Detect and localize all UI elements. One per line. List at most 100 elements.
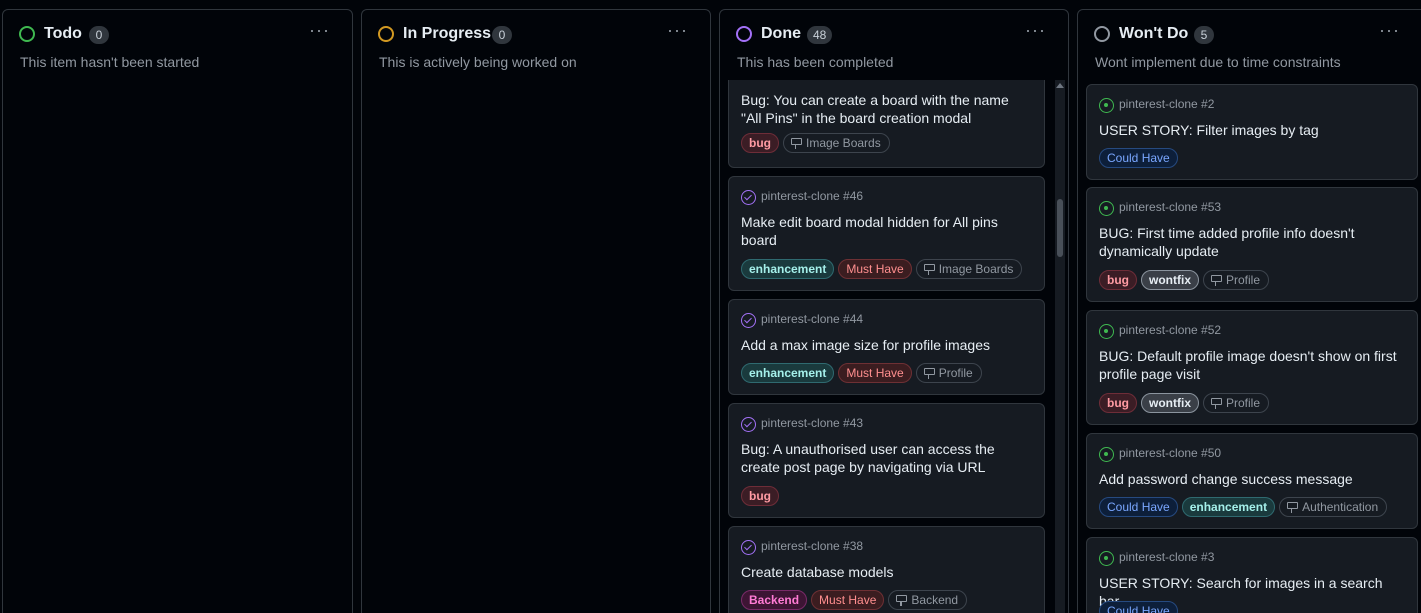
closed-issue-icon	[741, 417, 756, 432]
status-circle-icon	[378, 26, 394, 42]
card-title[interactable]: BUG: Default profile image doesn't show …	[1099, 347, 1405, 383]
card-labels: Could Have	[1099, 148, 1409, 168]
issue-card[interactable]: pinterest-clone #50 Add password change …	[1086, 433, 1418, 529]
card-title[interactable]: Bug: You can create a board with the nam…	[741, 91, 1032, 127]
issue-card[interactable]: pinterest-clone #2 USER STORY: Filter im…	[1086, 84, 1418, 180]
issue-card[interactable]: pinterest-clone #44 Add a max image size…	[728, 299, 1045, 395]
issue-reference[interactable]: pinterest-clone #38	[761, 539, 863, 553]
column-in-progress: In Progress 0 This is actively being wor…	[361, 9, 711, 613]
column-description: This has been completed	[737, 54, 894, 70]
label-bug: bug	[741, 133, 779, 153]
label-could-have: Could Have	[1099, 148, 1178, 168]
column-title: Done	[761, 25, 801, 42]
field-text: Backend	[911, 593, 959, 607]
issue-reference[interactable]: pinterest-clone #44	[761, 312, 863, 326]
scrollbar-thumb[interactable]	[1057, 199, 1063, 257]
project-board: Todo 0 This item hasn't been started ···…	[0, 0, 1421, 613]
field-text: Profile	[938, 366, 973, 380]
issue-card[interactable]: pinterest-clone #53 BUG: First time adde…	[1086, 187, 1418, 302]
card-labels: bug Image Boards	[741, 133, 1036, 153]
card-labels: bug	[741, 486, 1036, 506]
card-labels: Could Have	[1099, 601, 1409, 613]
issue-reference[interactable]: pinterest-clone #53	[1119, 200, 1221, 214]
column-title: In Progress	[403, 25, 492, 42]
card-title[interactable]: Add a max image size for profile images	[741, 336, 1032, 354]
card-title[interactable]: Make edit board modal hidden for All pin…	[741, 213, 1032, 249]
field-value: Profile	[1203, 393, 1270, 413]
signpost-icon	[923, 367, 935, 379]
column-title: Won't Do	[1119, 25, 1189, 42]
column-header: In Progress 0 This is actively being wor…	[362, 10, 710, 80]
open-issue-icon	[1099, 447, 1114, 462]
signpost-icon	[1286, 501, 1299, 513]
closed-issue-icon	[741, 540, 756, 555]
item-count: 0	[89, 26, 109, 44]
field-value: Image Boards	[915, 259, 1023, 279]
issue-reference[interactable]: pinterest-clone #3	[1119, 550, 1214, 564]
open-issue-icon	[1099, 324, 1114, 339]
issue-reference[interactable]: pinterest-clone #2	[1119, 97, 1214, 111]
field-value: Authentication	[1279, 497, 1388, 517]
item-count: 48	[807, 26, 833, 44]
card-labels: enhancement Must Have Image Boards	[741, 259, 1036, 279]
card-labels: Could Have enhancement Authentication	[1099, 497, 1409, 517]
column-title: Todo	[44, 25, 82, 42]
issue-card[interactable]: pinterest-clone #46 Make edit board moda…	[728, 176, 1045, 291]
status-circle-icon	[19, 26, 35, 42]
issue-card[interactable]: pinterest-clone #52 BUG: Default profile…	[1086, 310, 1418, 425]
column-description: This is actively being worked on	[379, 54, 577, 70]
field-text: Image Boards	[938, 262, 1014, 276]
status-circle-icon	[1094, 26, 1110, 42]
card-title[interactable]: BUG: First time added profile info doesn…	[1099, 224, 1405, 260]
label-must-have: Must Have	[811, 590, 885, 610]
field-value: Backend	[888, 590, 968, 610]
label-backend: Backend	[741, 590, 808, 610]
issue-card[interactable]: pinterest-clone #38 Create database mode…	[728, 526, 1045, 613]
open-issue-icon	[1099, 98, 1114, 113]
cards-list[interactable]: pinterest-clone #2 USER STORY: Filter im…	[1078, 80, 1421, 613]
label-bug: bug	[1099, 270, 1137, 290]
column-description: This item hasn't been started	[20, 54, 200, 70]
column-header: Todo 0 This item hasn't been started ···	[3, 10, 352, 80]
label-wontfix: wontfix	[1141, 393, 1199, 413]
issue-card[interactable]: pinterest-clone #3 USER STORY: Search fo…	[1086, 537, 1418, 613]
card-title[interactable]: USER STORY: Filter images by tag	[1099, 121, 1405, 139]
scroll-up-arrow-icon[interactable]	[1056, 83, 1064, 88]
card-title[interactable]: Create database models	[741, 563, 1032, 581]
closed-issue-icon	[741, 313, 756, 328]
card-title[interactable]: Bug: A unauthorised user can access the …	[741, 440, 1032, 476]
label-must-have: Must Have	[838, 363, 912, 383]
label-bug: bug	[1099, 393, 1137, 413]
label-enhancement: enhancement	[741, 363, 835, 383]
item-count: 5	[1194, 26, 1214, 44]
issue-reference[interactable]: pinterest-clone #52	[1119, 323, 1221, 337]
label-could-have: Could Have	[1099, 601, 1178, 613]
issue-reference[interactable]: pinterest-clone #50	[1119, 446, 1221, 460]
more-options-icon[interactable]: ···	[1379, 21, 1400, 39]
card-labels: bug wontfix Profile	[1099, 393, 1409, 413]
issue-card[interactable]: pinterest-clone #43 Bug: A unauthorised …	[728, 403, 1045, 518]
more-options-icon[interactable]: ···	[667, 21, 688, 39]
column-header: Won't Do 5 Wont implement due to time co…	[1078, 10, 1421, 80]
field-text: Image Boards	[806, 136, 881, 150]
cards-list[interactable]: Bug: You can create a board with the nam…	[720, 80, 1068, 613]
card-labels: enhancement Must Have Profile	[741, 363, 1036, 383]
label-could-have: Could Have	[1099, 497, 1178, 517]
issue-reference[interactable]: pinterest-clone #46	[761, 189, 863, 203]
label-wontfix: wontfix	[1141, 270, 1199, 290]
scrollbar-track[interactable]	[1055, 80, 1065, 613]
signpost-icon	[1210, 397, 1222, 409]
issue-reference[interactable]: pinterest-clone #43	[761, 416, 863, 430]
card-labels: bug wontfix Profile	[1099, 270, 1409, 290]
field-text: Profile	[1226, 396, 1261, 410]
signpost-icon	[923, 263, 935, 275]
more-options-icon[interactable]: ···	[309, 21, 330, 39]
more-options-icon[interactable]: ···	[1025, 21, 1046, 39]
issue-card[interactable]: Bug: You can create a board with the nam…	[728, 80, 1045, 168]
open-issue-icon	[1099, 201, 1114, 216]
column-todo: Todo 0 This item hasn't been started ···	[2, 9, 353, 613]
field-value: Image Boards	[783, 133, 890, 153]
card-title[interactable]: Add password change success message	[1099, 470, 1405, 488]
label-enhancement: enhancement	[741, 259, 835, 279]
signpost-icon	[1210, 274, 1222, 286]
